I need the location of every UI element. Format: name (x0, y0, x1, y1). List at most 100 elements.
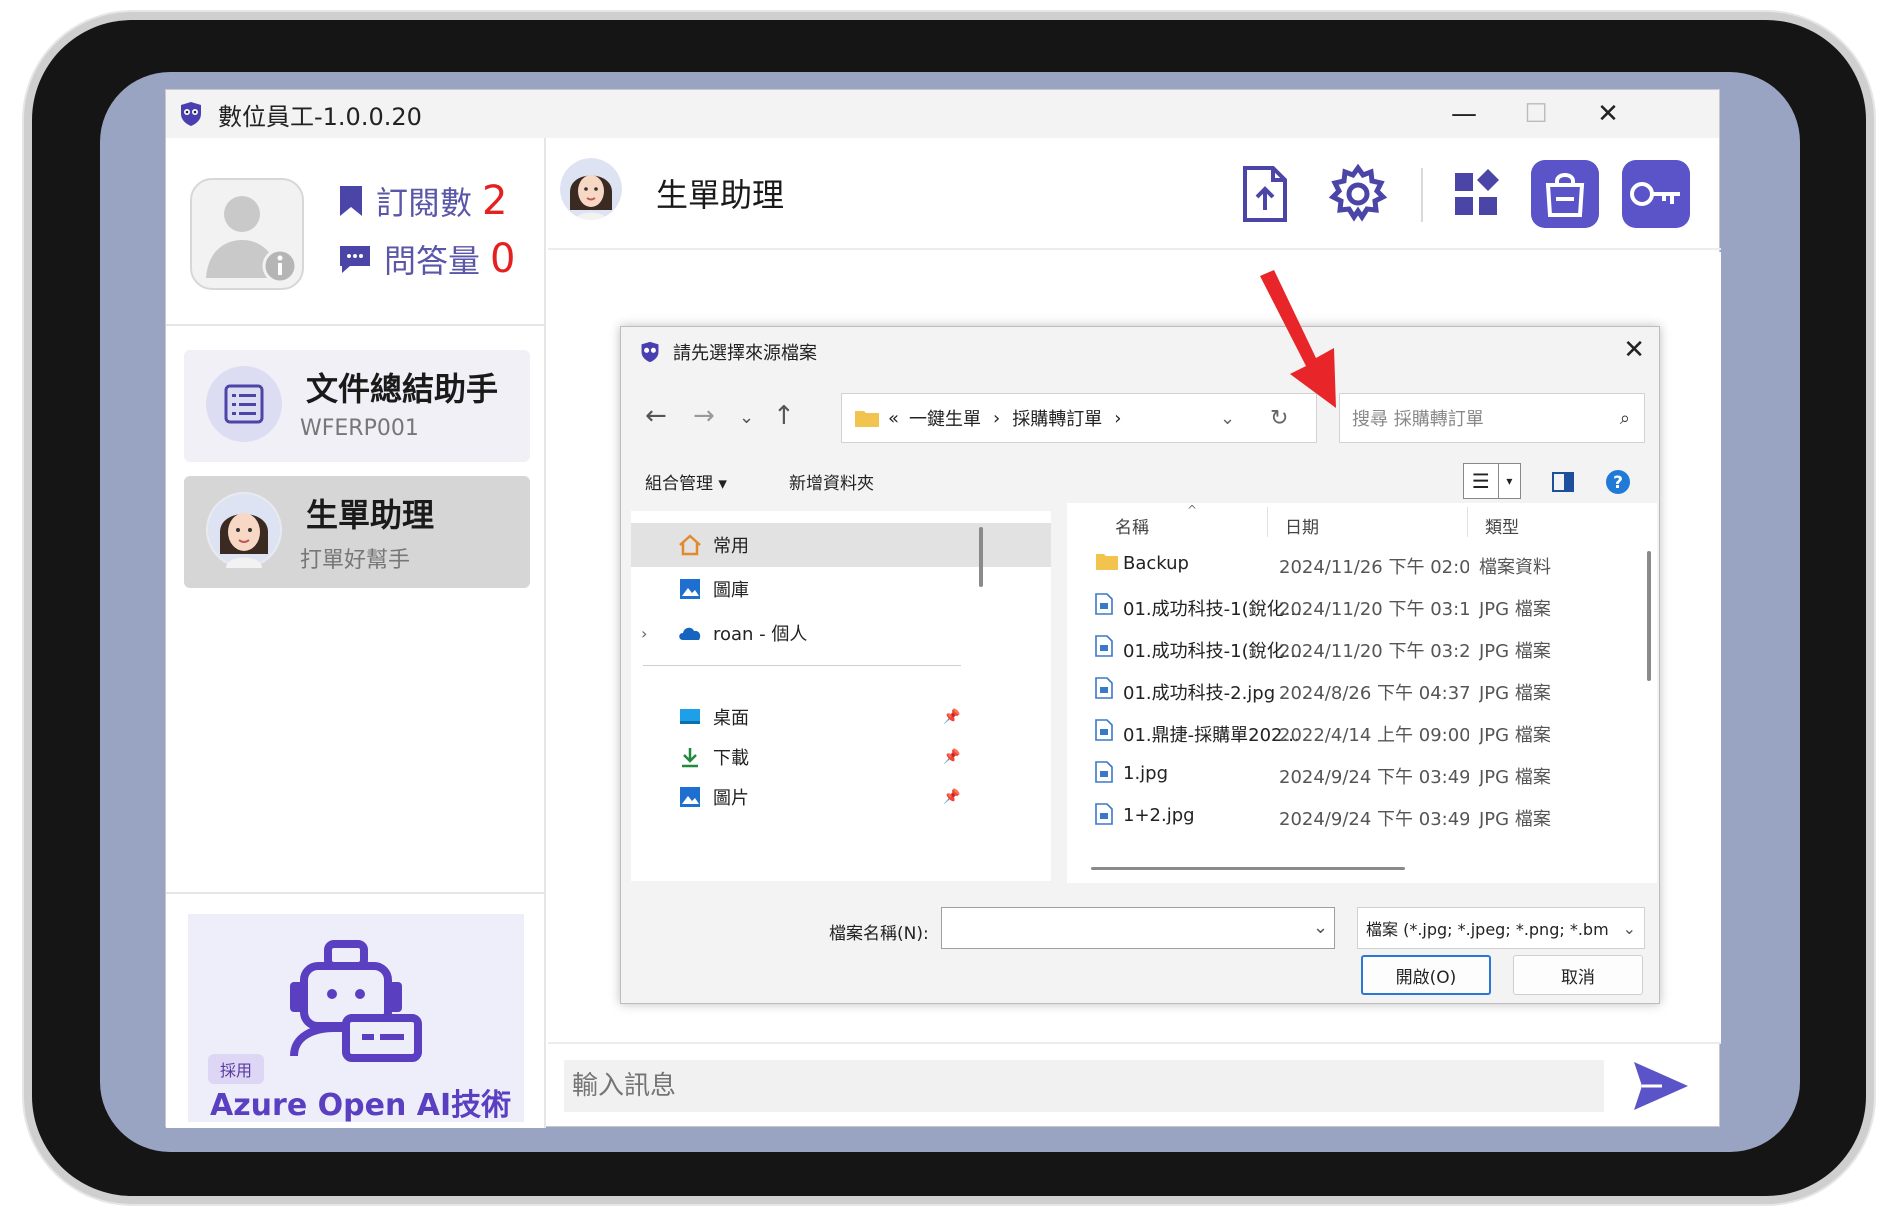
close-button[interactable]: ✕ (1572, 90, 1644, 138)
nav-scrollbar[interactable] (979, 527, 983, 587)
file-row[interactable]: 01.鼎捷-採購單202... 2022/4/14 上午 09:00 JPG 檔… (1067, 713, 1657, 753)
filename-input[interactable] (941, 907, 1335, 949)
filetype-select[interactable]: 檔案 (*.jpg; *.jpeg; *.png; *.bm ⌄ (1357, 907, 1645, 949)
questions-value: 0 (490, 236, 516, 282)
subscribe-button[interactable] (1531, 160, 1599, 228)
pin-icon: 📌 (943, 749, 961, 765)
file-date: 2024/9/24 下午 03:49 (1279, 809, 1469, 830)
upload-file-button[interactable] (1231, 160, 1299, 228)
nav-item-downloads[interactable]: 下載 📌 (631, 735, 1051, 779)
file-row[interactable]: 01.成功科技-1(銳化... 2024/11/20 下午 03:15 JPG … (1067, 587, 1657, 627)
window-title: 數位員工-1.0.0.20 (218, 102, 422, 131)
left-sidebar: 訂閱數 2 問答量 0 文件總結助手 WFERP001 生單助理 打單好幫手 採… (166, 138, 546, 1128)
assistant-card-order-assistant[interactable]: 生單助理 打單好幫手 (184, 476, 530, 588)
breadcrumb-item[interactable]: 採購轉訂單 (1012, 405, 1102, 431)
title-bar: 數位員工-1.0.0.20 — ☐ ✕ (166, 90, 1719, 138)
column-divider (1267, 507, 1268, 537)
preview-pane-icon[interactable] (1551, 471, 1575, 493)
desktop-icon (677, 704, 703, 730)
breadcrumb-separator-icon: › (1114, 407, 1122, 429)
address-bar[interactable]: « 一鍵生單 › 採購轉訂單 › ⌄ ↻ (841, 393, 1317, 443)
nav-item-gallery[interactable]: 圖庫 (631, 567, 1051, 611)
help-icon[interactable]: ? (1605, 469, 1631, 495)
file-row[interactable]: 01.成功科技-1(銳化... 2024/11/20 下午 03:29 JPG … (1067, 629, 1657, 669)
file-row[interactable]: 1+2.jpg 2024/9/24 下午 03:49 JPG 檔案 (1067, 797, 1657, 837)
file-date: 2024/11/26 下午 02:02 (1279, 557, 1469, 578)
minimize-button[interactable]: — (1428, 90, 1500, 138)
chat-bubble-icon (340, 246, 370, 273)
column-header-type[interactable]: 類型 (1485, 513, 1519, 538)
breadcrumb-item[interactable]: 一鍵生單 (909, 405, 981, 431)
nav-divider (643, 665, 961, 666)
image-file-icon (1095, 761, 1113, 788)
promo-text: Azure Open AI技術 (210, 1088, 512, 1123)
nav-item-home[interactable]: 常用 (631, 523, 1051, 567)
chevron-down-icon: ▾ (1506, 474, 1513, 488)
document-list-icon (206, 366, 282, 442)
column-divider (1467, 507, 1468, 537)
svg-text:?: ? (1613, 473, 1623, 493)
search-field[interactable]: 搜尋 採購轉訂單 ⌕ (1339, 393, 1645, 443)
file-date: 2022/4/14 上午 09:00 (1279, 725, 1469, 746)
maximize-button[interactable]: ☐ (1500, 90, 1572, 138)
bookmark-icon (340, 186, 362, 216)
assistant-name: 文件總結助手 (306, 370, 499, 408)
horizontal-scrollbar[interactable] (1091, 867, 1405, 870)
file-type: JPG 檔案 (1479, 725, 1551, 746)
user-avatar[interactable] (190, 178, 304, 290)
nav-item-label: 下載 (713, 748, 749, 769)
assistant-code: WFERP001 (300, 416, 419, 441)
image-file-icon (1095, 803, 1113, 830)
forward-arrow-icon[interactable]: → (693, 401, 715, 431)
nav-item-label: 圖庫 (713, 580, 749, 601)
dialog-title-bar: 請先選擇來源檔案 (639, 339, 817, 365)
nav-item-label: 常用 (713, 536, 749, 557)
file-row[interactable]: 1.jpg 2024/9/24 下午 03:49 JPG 檔案 (1067, 755, 1657, 795)
expand-chevron-icon[interactable]: › (641, 624, 667, 643)
key-icon (1630, 182, 1680, 206)
back-arrow-icon[interactable]: ← (645, 401, 667, 431)
organize-menu[interactable]: 組合管理 ▾ (645, 469, 727, 494)
file-row[interactable]: Backup 2024/11/26 下午 02:02 檔案資料 (1067, 545, 1657, 585)
open-button[interactable]: 開啟(O) (1361, 955, 1491, 995)
app-logo-icon (181, 102, 201, 126)
nav-item-label: 圖片 (713, 788, 749, 809)
file-name: 1+2.jpg (1123, 805, 1195, 826)
file-row[interactable]: 01.成功科技-2.jpg 2024/8/26 下午 04:37 JPG 檔案 (1067, 671, 1657, 711)
nav-item-desktop[interactable]: 桌面 📌 (631, 695, 1051, 739)
azure-promo: 採用 Azure Open AI技術 (188, 914, 524, 1123)
settings-button[interactable] (1324, 160, 1392, 228)
column-header-date[interactable]: 日期 (1285, 513, 1319, 538)
send-button[interactable] (1628, 1058, 1692, 1114)
assistant-name: 生單助理 (306, 496, 435, 534)
file-name: 01.鼎捷-採購單202... (1123, 725, 1300, 746)
bot-avatar (560, 158, 622, 220)
vertical-scrollbar[interactable] (1647, 551, 1651, 681)
nav-item-onedrive[interactable]: › roan - 個人 (631, 611, 1051, 655)
license-key-button[interactable] (1622, 160, 1690, 228)
filename-dropdown-icon[interactable]: ⌄ (1313, 917, 1328, 938)
dialog-close-button[interactable]: ✕ (1623, 335, 1645, 365)
subscriptions-value: 2 (482, 178, 508, 224)
new-folder-button[interactable]: 新增資料夾 (789, 469, 874, 494)
header-separator (1421, 168, 1423, 222)
file-list: 名稱 ^ 日期 類型 Backup 2024/11/26 下午 02:02 檔案… (1067, 503, 1657, 883)
file-type: JPG 檔案 (1479, 767, 1551, 788)
breadcrumb-separator-icon: › (993, 407, 1001, 429)
recent-locations-chevron-icon[interactable]: ⌄ (739, 407, 754, 428)
up-arrow-icon[interactable]: ↑ (773, 401, 795, 431)
address-dropdown-icon[interactable]: ⌄ (1220, 408, 1235, 429)
assistant-card-document-summary[interactable]: 文件總結助手 WFERP001 (184, 350, 530, 462)
question-count: 問答量 0 (338, 236, 515, 282)
user-silhouette-icon (206, 196, 298, 284)
nav-item-pictures[interactable]: 圖片 📌 (631, 775, 1051, 819)
chat-title: 生單助理 (656, 176, 785, 214)
column-header-name[interactable]: 名稱 (1115, 513, 1149, 538)
file-type: JPG 檔案 (1479, 683, 1551, 704)
list-view-icon: ☰ (1464, 464, 1499, 498)
navigation-pane: 常用 圖庫 › roan - 個人 桌面 📌 下載 📌 圖片 📌 (631, 511, 1051, 881)
cancel-button[interactable]: 取消 (1513, 955, 1643, 995)
view-options-button[interactable]: ☰ ▾ (1463, 463, 1521, 499)
apps-button[interactable] (1444, 160, 1512, 228)
message-input[interactable] (564, 1060, 1604, 1112)
